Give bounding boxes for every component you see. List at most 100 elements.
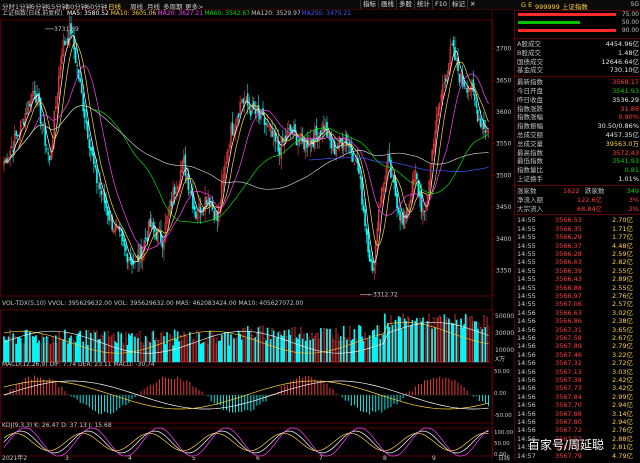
volume-bar: [342, 325, 345, 363]
candle-body: [15, 130, 17, 136]
candle-body: [336, 145, 339, 147]
quote-label: 最高指数: [517, 148, 543, 157]
vol-tick-label: 30000: [495, 330, 514, 337]
volume-bar: [76, 335, 78, 363]
volume-bar: [376, 325, 379, 363]
toolbar-button[interactable]: 画线: [378, 0, 396, 9]
volume-bar: [300, 327, 302, 363]
tick-row: 14:55 3566.39 2.55亿: [517, 267, 639, 275]
tick-price: 3567.13: [555, 367, 582, 376]
volume-bar: [169, 334, 171, 363]
quote-row: 今日开盘 3541.93: [517, 87, 639, 95]
toolbar-button[interactable]: 统计: [414, 0, 432, 9]
quote-label: 国债成交: [517, 57, 543, 66]
tick-time: 14:56: [517, 401, 536, 410]
volume-bar: [61, 338, 63, 363]
vol-tick-label: 10000: [495, 347, 514, 354]
volume-bar: [417, 322, 420, 363]
volume-bar: [9, 329, 11, 363]
candle-body: [341, 138, 344, 149]
tick-amount: 2.79亿: [612, 342, 633, 351]
volume-bar: [399, 317, 401, 363]
candle-body: [274, 132, 276, 142]
volume-bar: [473, 321, 476, 363]
volume-bar: [345, 339, 348, 363]
volume-bar: [228, 345, 231, 363]
volume-bar: [406, 316, 409, 363]
quote-label: 指数涨跌: [517, 104, 543, 113]
volume-bar: [218, 340, 220, 363]
volume-bar: [291, 327, 293, 363]
volume-bar: [154, 340, 156, 363]
tick-row: 14:55 3566.97 2.76亿: [517, 292, 639, 300]
candle-body: [33, 90, 36, 93]
candle-body: [205, 199, 208, 205]
tick-price: 3566.35: [555, 224, 582, 233]
volume-bar: [108, 336, 110, 363]
tick-time: 14:55: [517, 241, 536, 250]
flow-row: 大宗流入 68.84亿 2%: [517, 205, 639, 213]
index-header: G E 999999 上证指数 SG: [515, 0, 640, 11]
candle-body: [144, 237, 147, 239]
volume-bar: [364, 332, 366, 363]
volume-bar: [393, 329, 395, 363]
candle-body: [96, 168, 98, 184]
candle-body: [16, 134, 19, 136]
volume-bar: [409, 325, 412, 363]
volume-bar: [483, 314, 485, 363]
volume-bar: [230, 334, 232, 363]
candle-body: [76, 64, 78, 66]
volume-bar: [82, 341, 85, 363]
quote-row: 基金成交 730.10亿: [517, 66, 639, 74]
volume-bar: [301, 338, 304, 363]
volume-bar: [472, 321, 475, 363]
quote-value: 730.10亿: [609, 66, 639, 75]
volume-bar: [355, 337, 357, 363]
candle-body: [108, 211, 110, 221]
kline-chart-area[interactable]: 上证指数(日线,前复权) MA5: 3580.52 MA10: 3605.06 MA2…: [0, 9, 514, 462]
candle-body: [362, 205, 365, 212]
candle-body: [397, 207, 400, 213]
chart-canvas[interactable]: 上证指数(日线,前复权) MA5: 3580.52 MA10: 3605.06 MA2…: [0, 9, 514, 462]
quote-value: 4454.96亿: [605, 40, 639, 48]
volume-bar: [445, 319, 447, 363]
volume-bar: [137, 337, 139, 363]
volume-bar: [29, 331, 31, 363]
candle-body: [361, 177, 363, 205]
volume-bar: [278, 331, 281, 363]
toolbar-button[interactable]: 多股: [396, 0, 414, 9]
volume-bar: [157, 340, 159, 363]
tick-amount: 3.14亿: [612, 409, 633, 418]
volume-bar: [59, 337, 62, 363]
tick-row: 14:56 3567.72 2.76亿: [517, 426, 639, 434]
toolbar-button[interactable]: ✕: [467, 0, 477, 9]
candle-body: [149, 218, 152, 228]
tick-price: 3567.58: [555, 334, 582, 342]
volume-bar: [234, 337, 237, 363]
volume-bar: [231, 336, 234, 363]
toolbar-button[interactable]: 标记: [449, 0, 467, 9]
toolbar-button[interactable]: F10: [432, 0, 449, 9]
volume-bar: [341, 340, 344, 363]
volume-bar: [448, 318, 450, 363]
candle-body: [254, 110, 257, 114]
tick-price: 3567.89: [555, 342, 582, 351]
volume-bar: [344, 337, 347, 363]
tick-time: 14:56: [517, 317, 536, 326]
volume-bar: [160, 332, 162, 363]
tick-amount: 2.94亿: [612, 418, 633, 426]
strength-bar: [518, 29, 616, 32]
strength-bar-value: 50.00: [621, 19, 639, 26]
volume-bar: [362, 341, 365, 363]
volume-bar: [304, 340, 307, 363]
candle-body: [29, 103, 31, 107]
toolbar-button[interactable]: 指标: [360, 0, 378, 9]
tick-amount: 3.02亿: [612, 308, 633, 317]
candle-body: [91, 147, 94, 155]
volume-bar: [131, 333, 133, 363]
tick-amount: 3.65亿: [612, 325, 633, 334]
tick-amount: 1.77亿: [612, 233, 633, 242]
quote-value: 39563.0万: [605, 139, 639, 148]
candle-body: [466, 87, 468, 93]
price-tick-label: 3700: [496, 46, 511, 53]
